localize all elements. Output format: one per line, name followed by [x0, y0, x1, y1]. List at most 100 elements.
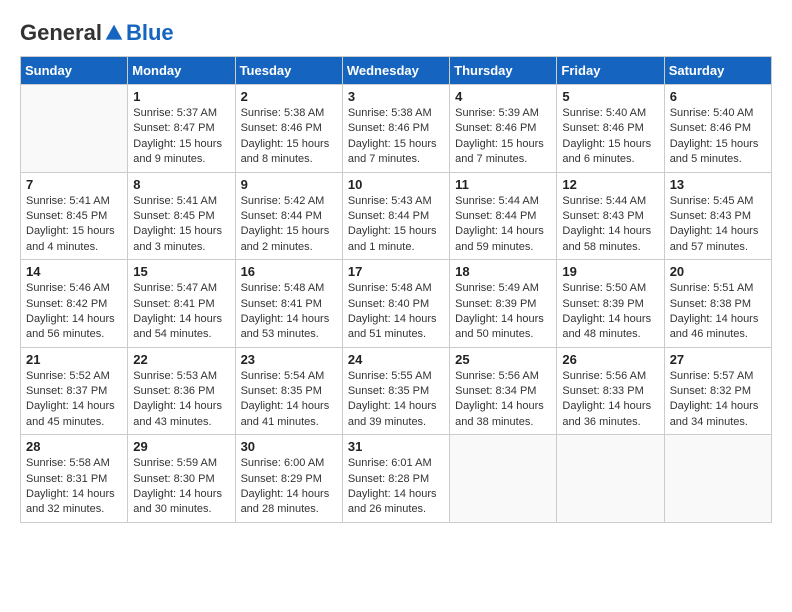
calendar-cell [557, 435, 664, 523]
calendar-cell: 2 Sunrise: 5:38 AM Sunset: 8:46 PM Daylig… [235, 85, 342, 173]
day-info: Sunrise: 5:39 AM Sunset: 8:46 PM Dayligh… [455, 106, 551, 168]
calendar-header-row: SundayMondayTuesdayWednesdayThursdayFrid… [21, 57, 772, 85]
day-info: Sunrise: 5:40 AM Sunset: 8:46 PM Dayligh… [670, 106, 766, 168]
day-info: Sunrise: 5:55 AM Sunset: 8:35 PM Dayligh… [348, 369, 444, 431]
day-number: 28 [26, 439, 122, 454]
calendar-cell: 12 Sunrise: 5:44 AM Sunset: 8:43 PM Dayli… [557, 172, 664, 260]
calendar-cell: 24 Sunrise: 5:55 AM Sunset: 8:35 PM Dayli… [342, 347, 449, 435]
calendar-cell: 20Sunrise: 5:51 AM Sunset: 8:38 PM Dayli… [664, 260, 771, 348]
logo: General Blue [20, 20, 174, 46]
calendar-cell [664, 435, 771, 523]
day-number: 4 [455, 89, 551, 104]
calendar-cell: 25 Sunrise: 5:56 AM Sunset: 8:34 PM Dayli… [450, 347, 557, 435]
calendar-cell [21, 85, 128, 173]
day-info: Sunrise: 5:56 AM Sunset: 8:33 PM Dayligh… [562, 369, 658, 431]
day-info: Sunrise: 5:41 AM Sunset: 8:45 PM Dayligh… [26, 194, 122, 256]
day-number: 11 [455, 177, 551, 192]
calendar-cell: 27Sunrise: 5:57 AM Sunset: 8:32 PM Dayli… [664, 347, 771, 435]
calendar-cell: 26Sunrise: 5:56 AM Sunset: 8:33 PM Dayli… [557, 347, 664, 435]
calendar-table: SundayMondayTuesdayWednesdayThursdayFrid… [20, 56, 772, 523]
calendar-cell: 8 Sunrise: 5:41 AM Sunset: 8:45 PM Daylig… [128, 172, 235, 260]
calendar-cell: 13 Sunrise: 5:45 AM Sunset: 8:43 PM Dayli… [664, 172, 771, 260]
day-number: 31 [348, 439, 444, 454]
calendar-cell: 6 Sunrise: 5:40 AM Sunset: 8:46 PM Daylig… [664, 85, 771, 173]
calendar-cell: 11 Sunrise: 5:44 AM Sunset: 8:44 PM Dayli… [450, 172, 557, 260]
day-number: 12 [562, 177, 658, 192]
day-info: Sunrise: 5:43 AM Sunset: 8:44 PM Dayligh… [348, 194, 444, 256]
day-of-week-header: Thursday [450, 57, 557, 85]
calendar-cell [450, 435, 557, 523]
day-of-week-header: Saturday [664, 57, 771, 85]
calendar-cell: 5 Sunrise: 5:40 AM Sunset: 8:46 PM Daylig… [557, 85, 664, 173]
calendar-week-row: 1 Sunrise: 5:37 AM Sunset: 8:47 PM Daylig… [21, 85, 772, 173]
day-info: Sunrise: 5:56 AM Sunset: 8:34 PM Dayligh… [455, 369, 551, 431]
day-info: Sunrise: 5:59 AM Sunset: 8:30 PM Dayligh… [133, 456, 229, 518]
day-info: Sunrise: 6:01 AM Sunset: 8:28 PM Dayligh… [348, 456, 444, 518]
day-info: Sunrise: 5:54 AM Sunset: 8:35 PM Dayligh… [241, 369, 337, 431]
day-info: Sunrise: 5:45 AM Sunset: 8:43 PM Dayligh… [670, 194, 766, 256]
day-number: 1 [133, 89, 229, 104]
day-info: Sunrise: 5:48 AM Sunset: 8:41 PM Dayligh… [241, 281, 337, 343]
calendar-cell: 16 Sunrise: 5:48 AM Sunset: 8:41 PM Dayli… [235, 260, 342, 348]
day-number: 10 [348, 177, 444, 192]
calendar-cell: 14 Sunrise: 5:46 AM Sunset: 8:42 PM Dayli… [21, 260, 128, 348]
day-info: Sunrise: 5:53 AM Sunset: 8:36 PM Dayligh… [133, 369, 229, 431]
calendar-cell: 28 Sunrise: 5:58 AM Sunset: 8:31 PM Dayli… [21, 435, 128, 523]
page-header: General Blue [20, 20, 772, 46]
day-info: Sunrise: 5:42 AM Sunset: 8:44 PM Dayligh… [241, 194, 337, 256]
day-info: Sunrise: 5:38 AM Sunset: 8:46 PM Dayligh… [348, 106, 444, 168]
day-info: Sunrise: 5:50 AM Sunset: 8:39 PM Dayligh… [562, 281, 658, 343]
calendar-cell: 1 Sunrise: 5:37 AM Sunset: 8:47 PM Daylig… [128, 85, 235, 173]
calendar-cell: 3Sunrise: 5:38 AM Sunset: 8:46 PM Daylig… [342, 85, 449, 173]
calendar-cell: 9Sunrise: 5:42 AM Sunset: 8:44 PM Daylig… [235, 172, 342, 260]
day-info: Sunrise: 5:58 AM Sunset: 8:31 PM Dayligh… [26, 456, 122, 518]
calendar-cell: 29 Sunrise: 5:59 AM Sunset: 8:30 PM Dayli… [128, 435, 235, 523]
day-of-week-header: Monday [128, 57, 235, 85]
calendar-cell: 18Sunrise: 5:49 AM Sunset: 8:39 PM Dayli… [450, 260, 557, 348]
calendar-week-row: 14 Sunrise: 5:46 AM Sunset: 8:42 PM Dayli… [21, 260, 772, 348]
calendar-week-row: 28 Sunrise: 5:58 AM Sunset: 8:31 PM Dayli… [21, 435, 772, 523]
day-info: Sunrise: 5:47 AM Sunset: 8:41 PM Dayligh… [133, 281, 229, 343]
calendar-cell: 15 Sunrise: 5:47 AM Sunset: 8:41 PM Dayli… [128, 260, 235, 348]
day-info: Sunrise: 5:57 AM Sunset: 8:32 PM Dayligh… [670, 369, 766, 431]
day-info: Sunrise: 5:48 AM Sunset: 8:40 PM Dayligh… [348, 281, 444, 343]
day-number: 25 [455, 352, 551, 367]
day-number: 8 [133, 177, 229, 192]
day-number: 13 [670, 177, 766, 192]
calendar-cell: 30Sunrise: 6:00 AM Sunset: 8:29 PM Dayli… [235, 435, 342, 523]
day-number: 15 [133, 264, 229, 279]
day-number: 7 [26, 177, 122, 192]
day-info: Sunrise: 5:44 AM Sunset: 8:44 PM Dayligh… [455, 194, 551, 256]
calendar-cell: 23 Sunrise: 5:54 AM Sunset: 8:35 PM Dayli… [235, 347, 342, 435]
day-number: 5 [562, 89, 658, 104]
day-number: 2 [241, 89, 337, 104]
calendar-cell: 19 Sunrise: 5:50 AM Sunset: 8:39 PM Dayli… [557, 260, 664, 348]
day-info: Sunrise: 5:51 AM Sunset: 8:38 PM Dayligh… [670, 281, 766, 343]
day-number: 24 [348, 352, 444, 367]
day-number: 16 [241, 264, 337, 279]
logo-general-text: General [20, 20, 102, 46]
calendar-cell: 31 Sunrise: 6:01 AM Sunset: 8:28 PM Dayli… [342, 435, 449, 523]
day-number: 29 [133, 439, 229, 454]
day-number: 17 [348, 264, 444, 279]
day-number: 22 [133, 352, 229, 367]
day-info: Sunrise: 5:40 AM Sunset: 8:46 PM Dayligh… [562, 106, 658, 168]
day-number: 23 [241, 352, 337, 367]
calendar-week-row: 21Sunrise: 5:52 AM Sunset: 8:37 PM Dayli… [21, 347, 772, 435]
day-number: 18 [455, 264, 551, 279]
calendar-cell: 10 Sunrise: 5:43 AM Sunset: 8:44 PM Dayli… [342, 172, 449, 260]
day-info: Sunrise: 5:37 AM Sunset: 8:47 PM Dayligh… [133, 106, 229, 168]
day-info: Sunrise: 5:46 AM Sunset: 8:42 PM Dayligh… [26, 281, 122, 343]
day-of-week-header: Friday [557, 57, 664, 85]
calendar-cell: 4 Sunrise: 5:39 AM Sunset: 8:46 PM Daylig… [450, 85, 557, 173]
calendar-cell: 17 Sunrise: 5:48 AM Sunset: 8:40 PM Dayli… [342, 260, 449, 348]
day-number: 19 [562, 264, 658, 279]
day-info: Sunrise: 6:00 AM Sunset: 8:29 PM Dayligh… [241, 456, 337, 518]
calendar-cell: 22 Sunrise: 5:53 AM Sunset: 8:36 PM Dayli… [128, 347, 235, 435]
day-info: Sunrise: 5:44 AM Sunset: 8:43 PM Dayligh… [562, 194, 658, 256]
day-number: 14 [26, 264, 122, 279]
day-info: Sunrise: 5:41 AM Sunset: 8:45 PM Dayligh… [133, 194, 229, 256]
logo-blue-text: Blue [126, 20, 174, 46]
day-info: Sunrise: 5:38 AM Sunset: 8:46 PM Dayligh… [241, 106, 337, 168]
day-number: 6 [670, 89, 766, 104]
